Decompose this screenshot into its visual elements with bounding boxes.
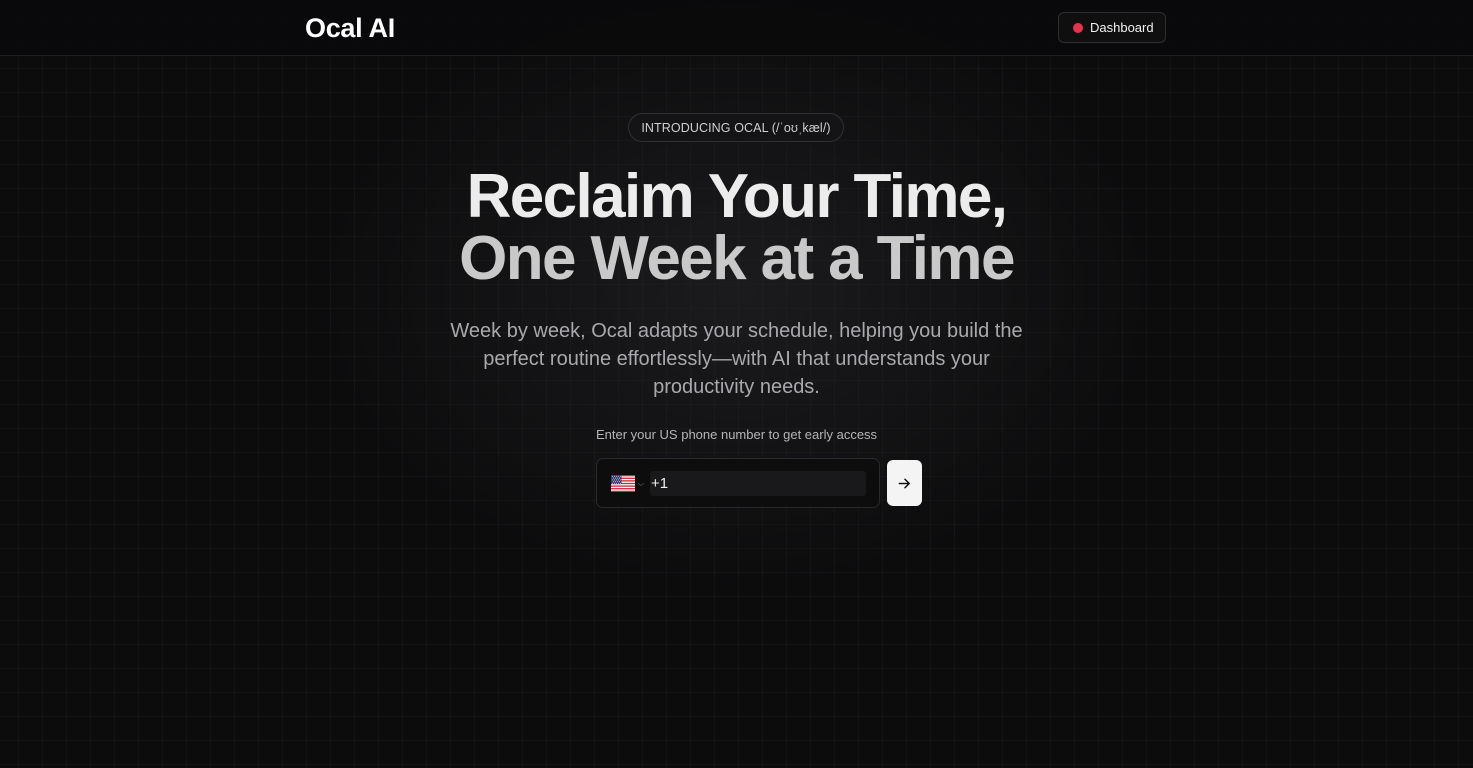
phone-field-container: ⌵ — [596, 458, 880, 508]
landing-page: Ocal AI Dashboard INTRODUCING OCAL (/ˈoʊ… — [0, 0, 1473, 768]
intro-badge: INTRODUCING OCAL (/ˈoʊˌkæl/) — [628, 113, 844, 142]
arrow-right-icon — [898, 478, 910, 488]
subheadline-line-3: productivity needs. — [653, 376, 820, 398]
early-access-label: Enter your US phone number to get early … — [595, 427, 878, 442]
submit-button[interactable] — [887, 460, 922, 506]
headline-line-1: Reclaim Your Time, — [466, 162, 1008, 231]
dashboard-button[interactable]: Dashboard — [1058, 12, 1166, 43]
status-dot-icon — [1073, 22, 1083, 33]
logo[interactable]: Ocal AI — [305, 10, 395, 46]
headline-line-2: One Week at a Time — [459, 224, 1015, 293]
subheadline-line-1: Week by week, Ocal adapts your schedule,… — [450, 320, 1023, 342]
subheadline-line-2: perfect routine effortlessly—with AI tha… — [483, 348, 990, 370]
chevron-down-icon: ⌵ — [638, 478, 645, 488]
us-flag-icon — [611, 475, 635, 492]
top-nav: Ocal AI Dashboard — [0, 0, 1473, 56]
phone-input[interactable] — [650, 471, 866, 496]
dashboard-label: Dashboard — [1090, 20, 1154, 35]
country-select[interactable]: ⌵ — [611, 474, 644, 493]
